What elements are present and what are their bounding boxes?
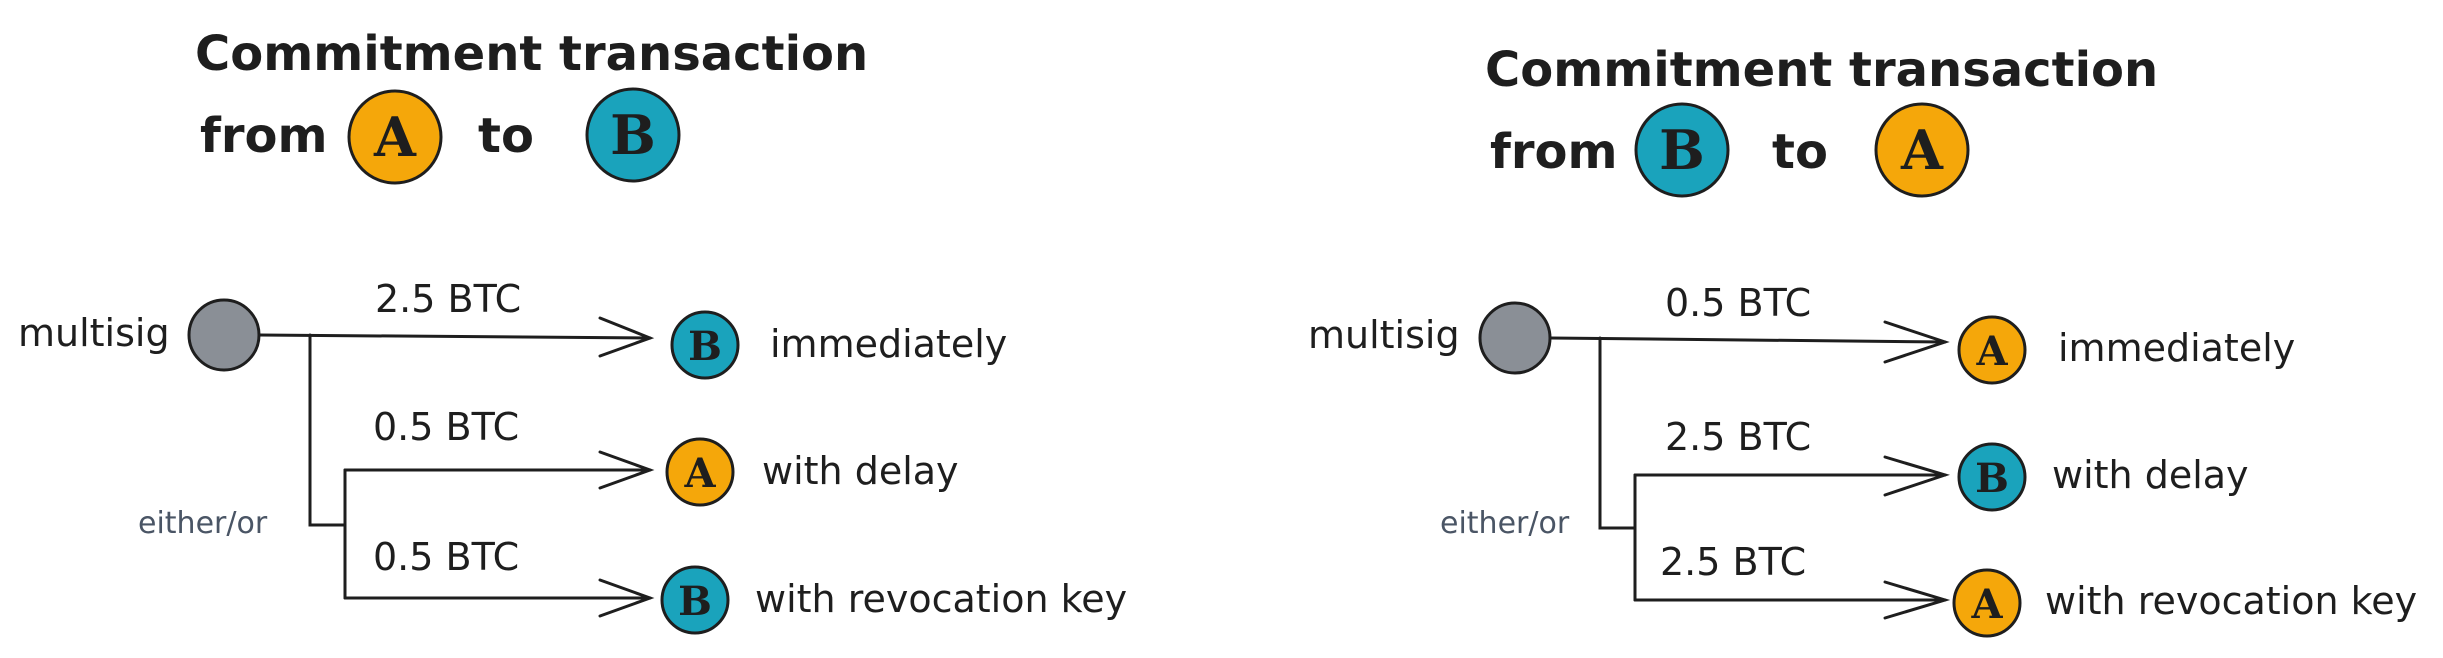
left-output-3-amount: 0.5 BTC xyxy=(373,535,519,579)
right-output-1-party: A xyxy=(1975,328,2008,375)
right-trunk-1 xyxy=(1598,336,1637,530)
right-title-from: from xyxy=(1490,124,1618,180)
right-multisig-node xyxy=(1478,301,1552,375)
right-output-2-description: with delay xyxy=(2052,453,2249,497)
right-line-top xyxy=(1548,336,1947,344)
commitment-transactions-diagram: Commitment transaction from A to B multi… xyxy=(18,26,2417,638)
left-output-2-party: A xyxy=(683,450,716,497)
right-title-line1: Commitment transaction xyxy=(1485,42,2158,98)
left-branch-label: either/or xyxy=(138,506,268,541)
right-panel: Commitment transaction from B to A multi… xyxy=(1308,42,2417,638)
right-title-to: to xyxy=(1772,124,1828,180)
left-output-1-description: immediately xyxy=(770,322,1007,366)
right-output-2-party: B xyxy=(1975,455,2009,502)
left-title-party-to-letter: B xyxy=(610,103,656,167)
left-title-party-to-node: B xyxy=(585,87,681,183)
right-title-party-from-node: B xyxy=(1634,102,1730,198)
left-line-top xyxy=(257,333,652,340)
right-output-3-amount: 2.5 BTC xyxy=(1660,540,1806,584)
left-title-from: from xyxy=(200,108,328,164)
left-trunk-1 xyxy=(308,333,347,527)
left-output-1-amount: 2.5 BTC xyxy=(375,277,521,321)
left-output-1-party: B xyxy=(688,323,722,370)
left-output-3-party: B xyxy=(678,578,712,625)
right-source-label: multisig xyxy=(1308,313,1460,357)
right-output-3-description: with revocation key xyxy=(2045,579,2417,623)
left-title-party-from-node: A xyxy=(347,89,443,185)
right-branch-label: either/or xyxy=(1440,506,1570,541)
left-title-party-from-letter: A xyxy=(373,105,417,169)
right-title-party-to-node: A xyxy=(1874,102,1970,198)
left-multisig-node xyxy=(187,298,261,372)
right-title-party-to-letter: A xyxy=(1900,118,1944,182)
left-title-line1: Commitment transaction xyxy=(195,26,868,82)
left-output-2-amount: 0.5 BTC xyxy=(373,405,519,449)
right-title-party-from-letter: B xyxy=(1659,118,1705,182)
right-output-3-party: A xyxy=(1970,581,2003,628)
left-source-label: multisig xyxy=(18,311,170,355)
right-output-1-description: immediately xyxy=(2058,326,2295,370)
left-title-to: to xyxy=(478,108,534,164)
right-output-2-amount: 2.5 BTC xyxy=(1665,415,1811,459)
left-output-2-description: with delay xyxy=(762,449,959,493)
left-panel: Commitment transaction from A to B multi… xyxy=(18,26,1127,635)
left-output-3-description: with revocation key xyxy=(755,577,1127,621)
right-output-1-amount: 0.5 BTC xyxy=(1665,281,1811,325)
